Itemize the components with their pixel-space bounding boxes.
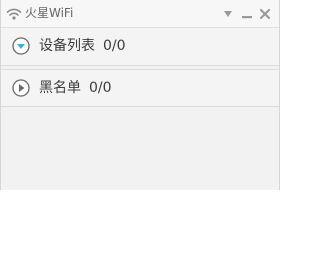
dropdown-menu-icon[interactable]: [221, 7, 235, 21]
minimize-icon[interactable]: [240, 7, 254, 21]
app-window: 火星WiFi 设备列表 0/0 黑名单 0/0: [0, 0, 280, 190]
close-icon[interactable]: [258, 7, 272, 21]
section-blacklist[interactable]: 黑名单 0/0: [1, 69, 279, 107]
title-bar[interactable]: 火星WiFi: [1, 0, 279, 28]
section-title: 黑名单: [39, 80, 81, 96]
blacklist-count: 0/0: [89, 80, 112, 96]
section-device-list[interactable]: 设备列表 0/0: [1, 28, 279, 66]
wifi-icon: [6, 6, 22, 20]
section-title: 设备列表: [39, 38, 95, 54]
section-label: 设备列表 0/0: [39, 38, 126, 54]
section-label: 黑名单 0/0: [39, 80, 112, 96]
device-count: 0/0: [103, 38, 126, 54]
chevron-down-icon: [12, 37, 30, 55]
play-right-icon: [12, 79, 30, 97]
empty-content-area: [1, 107, 279, 190]
app-title: 火星WiFi: [25, 6, 74, 20]
